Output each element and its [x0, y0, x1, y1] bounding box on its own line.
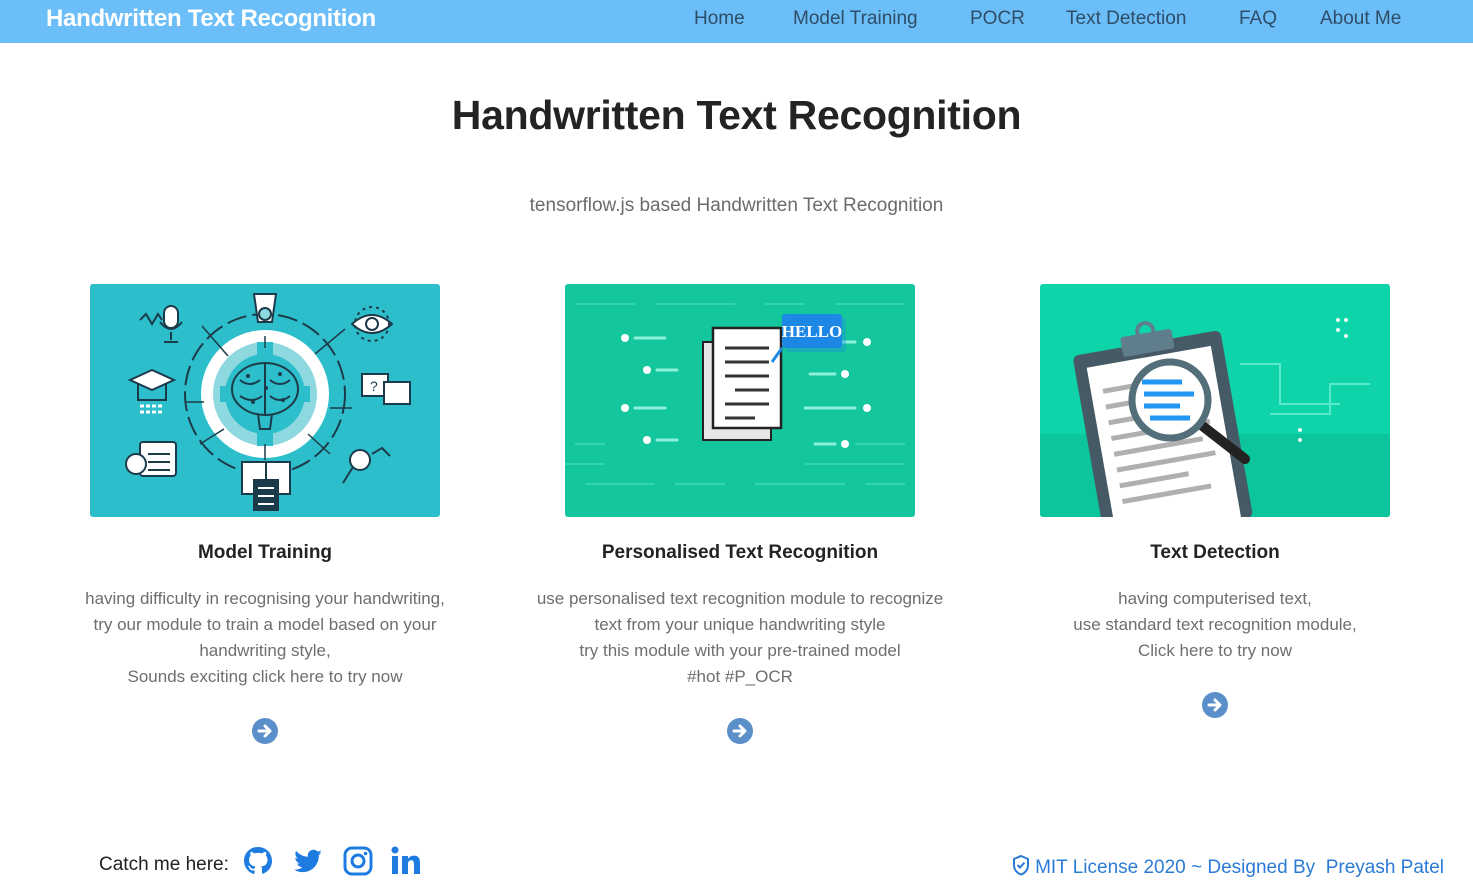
card-description-line: text from your unique handwriting style [594, 615, 886, 634]
designer-link[interactable]: Preyash Patel [1326, 857, 1444, 878]
linkedin-icon[interactable] [389, 844, 423, 878]
card-description-line: #hot #P_OCR [687, 667, 793, 686]
nav-link-text-detection[interactable]: Text Detection [1066, 8, 1186, 30]
card-description: use personalised text recognition module… [490, 586, 990, 690]
nav-link-model-training[interactable]: Model Training [793, 8, 918, 30]
shield-check-icon [1011, 854, 1031, 882]
card-description-line: Sounds exciting click here to try now [127, 667, 403, 686]
nav-link-faq[interactable]: FAQ [1239, 8, 1277, 30]
footer-license: MIT License 2020 ~ Designed By Preyash P… [1011, 854, 1444, 882]
card-title: Model Training [197, 542, 333, 563]
arrow-circle-right-icon[interactable] [252, 718, 278, 744]
nav-link-home[interactable]: Home [694, 8, 745, 30]
card-description-line: try this module with your pre-trained mo… [579, 641, 901, 660]
card-description: having computerised text, use standard t… [965, 586, 1465, 664]
card-description-line: Click here to try now [1138, 641, 1292, 660]
personalised-text-recognition-illustration[interactable]: HELLO [565, 284, 915, 517]
card-description-line: try our module to train a model based on… [93, 615, 437, 634]
nav-link-about-me[interactable]: About Me [1320, 8, 1401, 30]
hello-label: HELLO [782, 322, 842, 341]
twitter-icon[interactable] [291, 844, 325, 878]
navbar: Handwritten Text Recognition Home Model … [0, 0, 1473, 43]
model-training-illustration[interactable]: ? [90, 284, 440, 517]
license-text: MIT License 2020 ~ Designed By [1035, 857, 1316, 878]
catch-me-label: Catch me here: [99, 854, 229, 875]
card-title: Personalised Text Recognition [601, 542, 879, 563]
nav-link-pocr[interactable]: POCR [970, 8, 1025, 30]
page-subtitle: tensorflow.js based Handwritten Text Rec… [529, 195, 944, 216]
card-description: having difficulty in recognising your ha… [15, 586, 515, 690]
page-title: Handwritten Text Recognition [451, 92, 1022, 138]
svg-text:?: ? [370, 378, 378, 394]
card-description-line: handwriting style, [199, 641, 331, 660]
card-title: Text Detection [1150, 542, 1280, 563]
instagram-icon[interactable] [341, 844, 375, 878]
card-description-line: use standard text recognition module, [1073, 615, 1357, 634]
brand-logo[interactable]: Handwritten Text Recognition [46, 5, 376, 33]
card-description-line: use personalised text recognition module… [536, 589, 944, 608]
arrow-circle-right-icon[interactable] [727, 718, 753, 744]
github-icon[interactable] [241, 844, 275, 878]
card-description-line: having difficulty in recognising your ha… [85, 589, 445, 608]
card-description-line: having computerised text, [1118, 589, 1312, 608]
text-detection-illustration[interactable] [1040, 284, 1390, 517]
arrow-circle-right-icon[interactable] [1202, 692, 1228, 718]
